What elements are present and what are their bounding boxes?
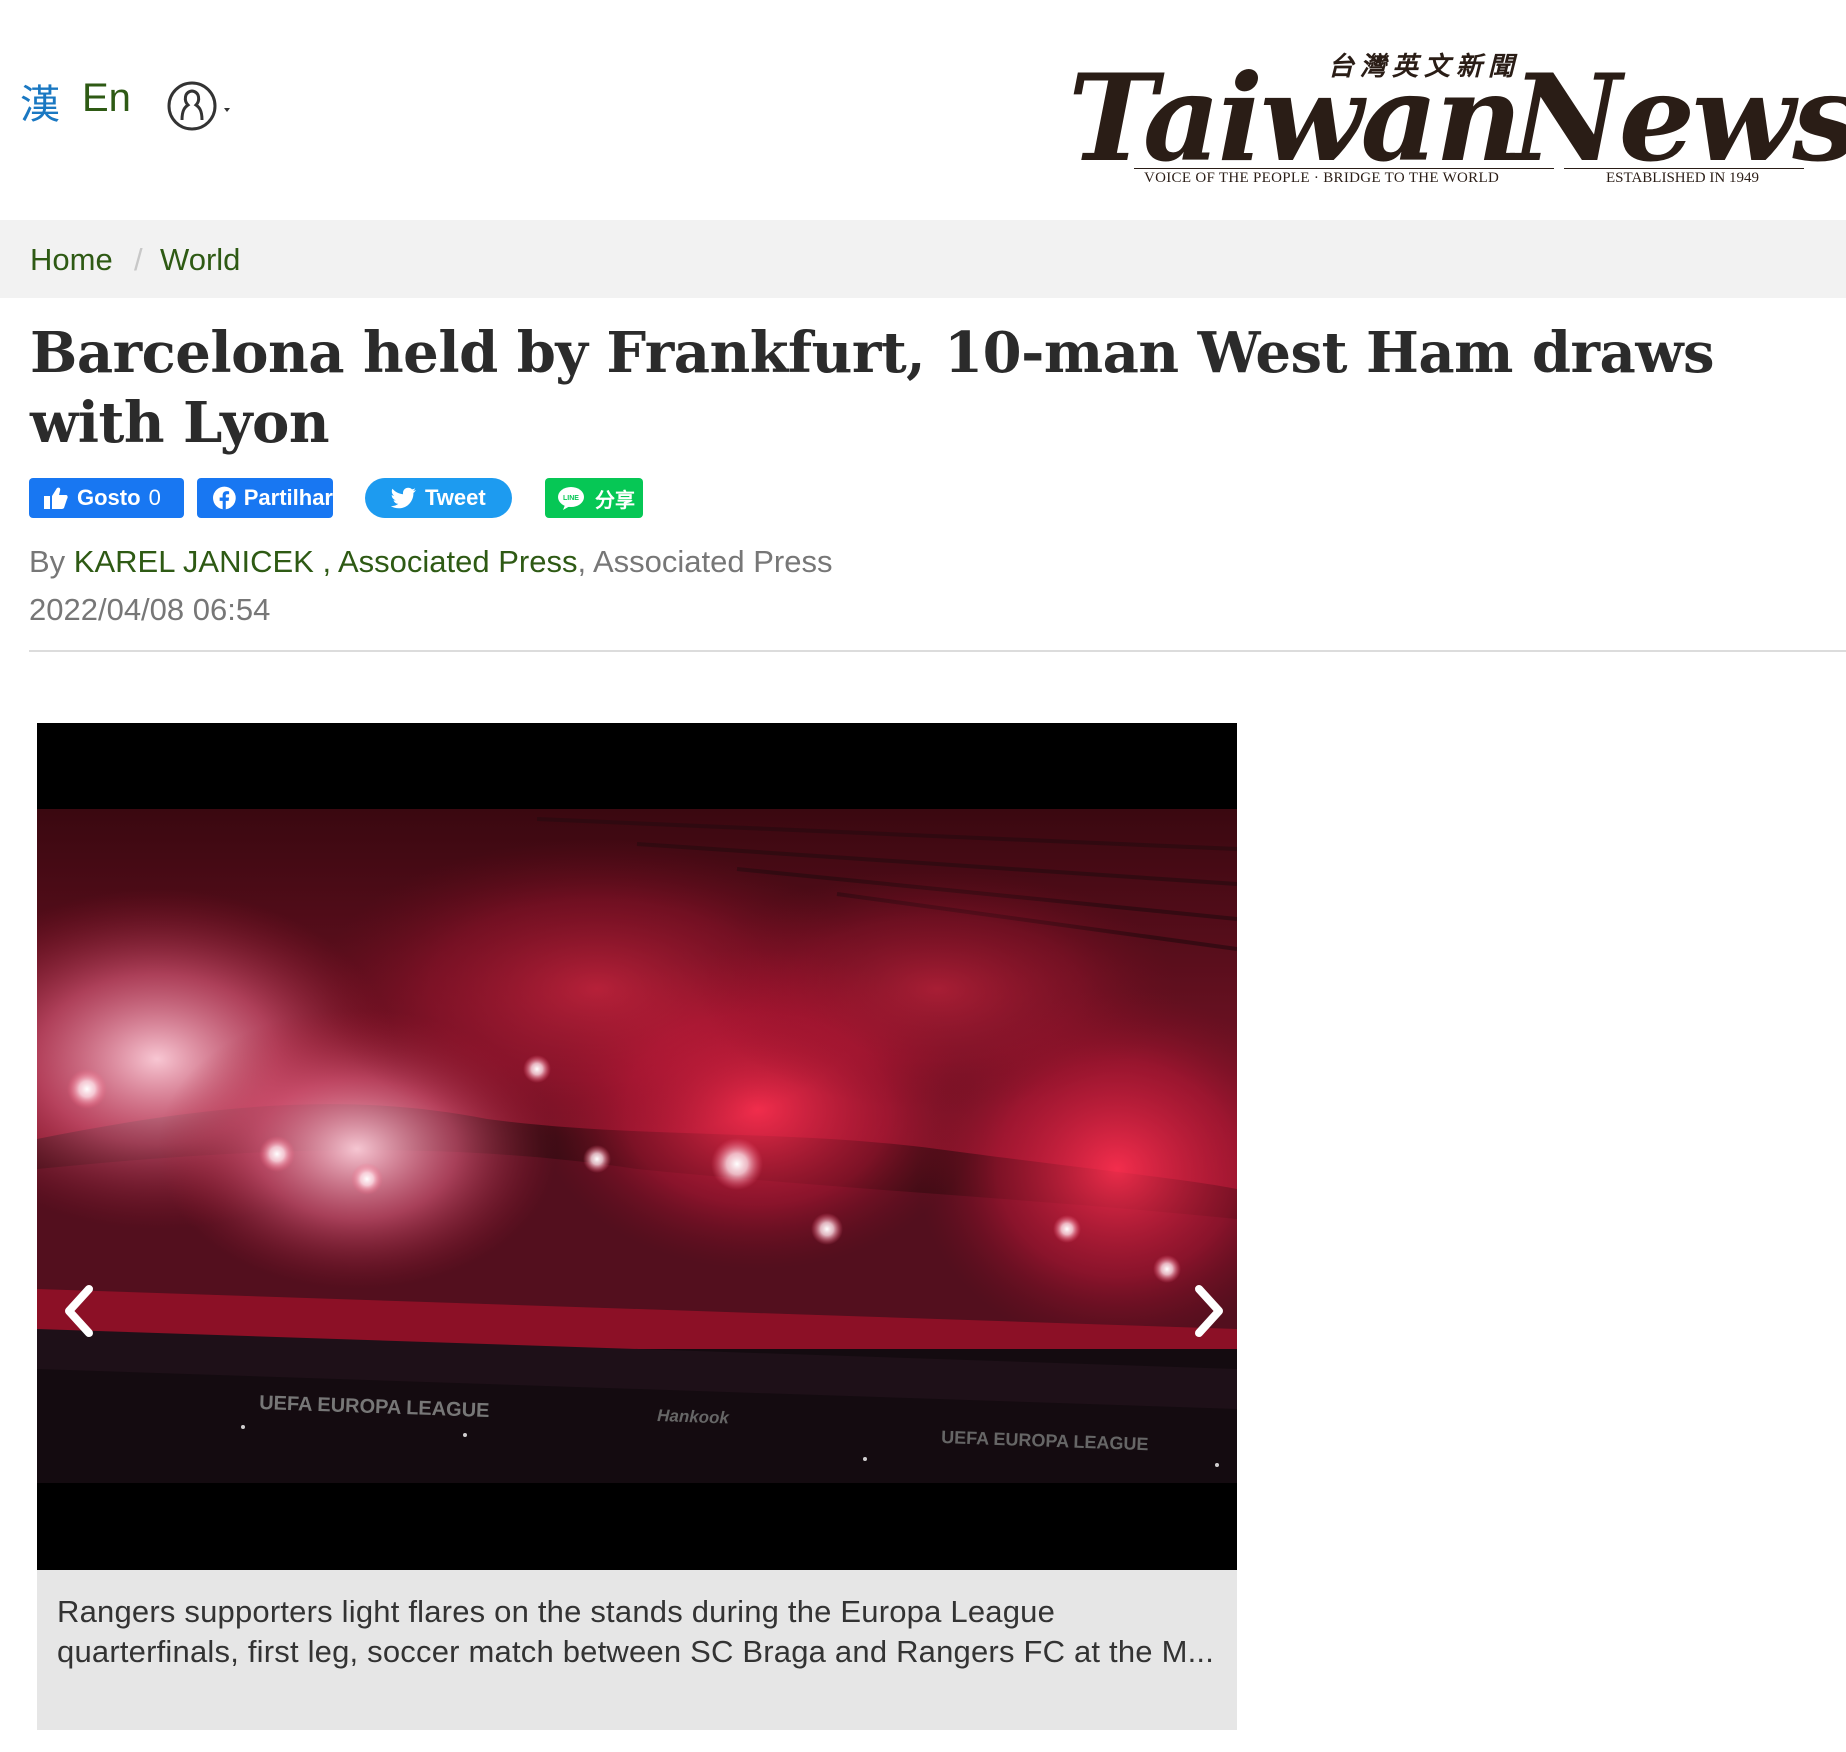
next-slide-button[interactable] — [1187, 1281, 1231, 1341]
facebook-icon — [213, 486, 236, 510]
taiwan-news-logo[interactable]: Taiwan 台灣英文新聞 News VOICE OF THE PEOPLE ·… — [1064, 36, 1846, 196]
article-photo[interactable]: UEFA EUROPA LEAGUE Hankook UEFA EUROPA L… — [37, 809, 1237, 1483]
logo-rule-right — [1564, 168, 1804, 169]
article-source: Associated Press — [592, 544, 833, 579]
article-title: Barcelona held by Frankfurt, 10-man West… — [30, 320, 1715, 456]
header-divider — [29, 650, 1846, 652]
caret-down-icon — [224, 108, 230, 112]
like-label: Gosto — [77, 485, 141, 510]
stadium-flares-image: UEFA EUROPA LEAGUE Hankook UEFA EUROPA L… — [37, 809, 1237, 1483]
fb-share-label: Partilhar — [243, 485, 333, 510]
tweet-label: Tweet — [425, 485, 486, 510]
article-byline: By KAREL JANICEK , Associated Press, Ass… — [29, 544, 832, 580]
svg-text:LINE: LINE — [563, 495, 579, 502]
author-link[interactable]: KAREL JANICEK — [74, 544, 314, 579]
article-date: 2022/04/08 06:54 — [29, 592, 271, 627]
facebook-share-button[interactable]: Partilhar — [197, 478, 333, 518]
logo-tagline: VOICE OF THE PEOPLE · BRIDGE TO THE WORL… — [1144, 170, 1500, 186]
line-share-button[interactable]: LINE 分享 — [545, 478, 643, 518]
author-org-link[interactable]: , Associated Press — [314, 544, 577, 579]
previous-slide-button[interactable] — [57, 1281, 101, 1341]
user-menu-button[interactable] — [166, 80, 236, 136]
logo-chinese-name: 台灣英文新聞 — [1328, 52, 1521, 82]
banner-text-mid: Hankook — [657, 1406, 731, 1428]
facebook-like-button[interactable]: Gosto 0 — [29, 478, 184, 518]
photo-slideshow: UEFA EUROPA LEAGUE Hankook UEFA EUROPA L… — [37, 723, 1237, 1570]
byline-separator: , — [577, 544, 593, 579]
breadcrumb: Home / World — [0, 220, 1846, 298]
thumbs-up-icon — [44, 487, 68, 509]
user-icon — [167, 81, 230, 131]
like-count: 0 — [148, 485, 161, 510]
logo-rule-left — [1134, 168, 1554, 169]
breadcrumb-separator: / — [134, 242, 143, 277]
logo-established: ESTABLISHED IN 1949 — [1606, 170, 1759, 186]
chevron-left-icon — [65, 1285, 93, 1337]
breadcrumb-world-link[interactable]: World — [160, 242, 240, 278]
lang-chinese-link[interactable]: 漢 — [20, 72, 60, 130]
tweet-button[interactable]: Tweet — [365, 478, 512, 518]
breadcrumb-home-link[interactable]: Home — [30, 242, 113, 278]
photo-caption: Rangers supporters light flares on the s… — [37, 1570, 1237, 1730]
lang-english-link[interactable]: En — [82, 76, 131, 121]
twitter-bird-icon — [391, 487, 416, 509]
line-share-label: 分享 — [595, 489, 635, 512]
byline-prefix: By — [29, 544, 74, 579]
chevron-right-icon — [1195, 1285, 1223, 1337]
line-icon: LINE — [558, 487, 584, 510]
